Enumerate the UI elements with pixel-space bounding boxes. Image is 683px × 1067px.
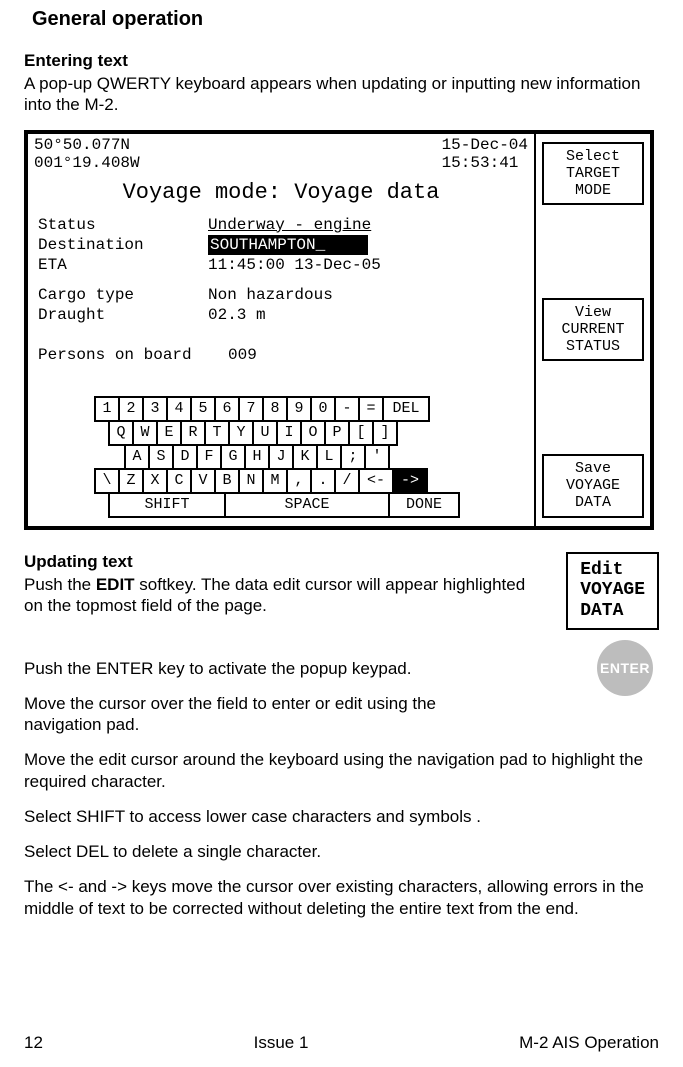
softkey-edit-voyage-data[interactable]: Edit VOYAGE DATA bbox=[566, 552, 659, 630]
key-k[interactable]: K bbox=[292, 444, 318, 470]
key-w[interactable]: W bbox=[132, 420, 158, 446]
persons-value: 009 bbox=[228, 345, 257, 365]
key-lbracket[interactable]: [ bbox=[348, 420, 374, 446]
key-5[interactable]: 5 bbox=[190, 396, 216, 422]
key-9[interactable]: 9 bbox=[286, 396, 312, 422]
eta-value: 11:45:00 13-Dec-05 bbox=[208, 255, 381, 275]
key-del[interactable]: DEL bbox=[382, 396, 430, 422]
key-0[interactable]: 0 bbox=[310, 396, 336, 422]
key-z[interactable]: Z bbox=[118, 468, 144, 494]
key-q[interactable]: Q bbox=[108, 420, 134, 446]
key-dash[interactable]: - bbox=[334, 396, 360, 422]
section2-p1: Push the EDIT softkey. The data edit cur… bbox=[24, 574, 659, 617]
key-f[interactable]: F bbox=[196, 444, 222, 470]
draught-value: 02.3 m bbox=[208, 305, 266, 325]
key-6[interactable]: 6 bbox=[214, 396, 240, 422]
key-period[interactable]: . bbox=[310, 468, 336, 494]
date: 15-Dec-04 bbox=[442, 136, 528, 154]
section2-title: Updating text bbox=[24, 552, 659, 572]
key-e[interactable]: E bbox=[156, 420, 182, 446]
draught-label: Draught bbox=[38, 305, 208, 325]
key-g[interactable]: G bbox=[220, 444, 246, 470]
section2-p5: Select SHIFT to access lower case charac… bbox=[24, 806, 659, 827]
destination-value[interactable]: SOUTHAMPTON_ bbox=[208, 235, 368, 255]
key-apostrophe[interactable]: ' bbox=[364, 444, 390, 470]
time: 15:53:41 bbox=[442, 154, 528, 172]
key-semicolon[interactable]: ; bbox=[340, 444, 366, 470]
key-comma[interactable]: , bbox=[286, 468, 312, 494]
section2-p4: Move the edit cursor around the keyboard… bbox=[24, 749, 659, 792]
key-u[interactable]: U bbox=[252, 420, 278, 446]
key-b[interactable]: B bbox=[214, 468, 240, 494]
qwerty-keyboard: 1 2 3 4 5 6 7 8 9 0 - = DEL Q W bbox=[94, 396, 466, 518]
key-4[interactable]: 4 bbox=[166, 396, 192, 422]
key-2[interactable]: 2 bbox=[118, 396, 144, 422]
key-backslash[interactable]: \ bbox=[94, 468, 120, 494]
softkey-save-voyage-data[interactable]: Save VOYAGE DATA bbox=[542, 454, 644, 518]
key-v[interactable]: V bbox=[190, 468, 216, 494]
cargo-label: Cargo type bbox=[38, 285, 208, 305]
key-i[interactable]: I bbox=[276, 420, 302, 446]
section2-p6: Select DEL to delete a single character. bbox=[24, 841, 659, 862]
softkey-view-current-status[interactable]: View CURRENT STATUS bbox=[542, 298, 644, 362]
key-m[interactable]: M bbox=[262, 468, 288, 494]
section2-p2: Push the ENTER key to activate the popup… bbox=[24, 658, 659, 679]
key-8[interactable]: 8 bbox=[262, 396, 288, 422]
status-value: Underway - engine bbox=[208, 215, 371, 235]
key-n[interactable]: N bbox=[238, 468, 264, 494]
latitude: 50°50.077N bbox=[34, 136, 442, 154]
longitude: 001°19.408W bbox=[34, 154, 442, 172]
page-footer: 12 Issue 1 M-2 AIS Operation bbox=[24, 1033, 659, 1053]
section1-body: A pop-up QWERTY keyboard appears when up… bbox=[24, 73, 659, 116]
key-rbracket[interactable]: ] bbox=[372, 420, 398, 446]
eta-label: ETA bbox=[38, 255, 208, 275]
key-x[interactable]: X bbox=[142, 468, 168, 494]
key-j[interactable]: J bbox=[268, 444, 294, 470]
key-done[interactable]: DONE bbox=[388, 492, 460, 518]
screen-title: Voyage mode: Voyage data bbox=[28, 180, 534, 205]
key-t[interactable]: T bbox=[204, 420, 230, 446]
key-right-arrow[interactable]: -> bbox=[392, 468, 428, 494]
key-r[interactable]: R bbox=[180, 420, 206, 446]
key-d[interactable]: D bbox=[172, 444, 198, 470]
key-space[interactable]: SPACE bbox=[224, 492, 390, 518]
screenshot-panel: 50°50.077N 001°19.408W 15-Dec-04 15:53:4… bbox=[24, 130, 654, 530]
key-p[interactable]: P bbox=[324, 420, 350, 446]
key-3[interactable]: 3 bbox=[142, 396, 168, 422]
key-7[interactable]: 7 bbox=[238, 396, 264, 422]
persons-label: Persons on board bbox=[38, 345, 228, 365]
key-1[interactable]: 1 bbox=[94, 396, 120, 422]
cargo-value: Non hazardous bbox=[208, 285, 333, 305]
softkey-select-target-mode[interactable]: Select TARGET MODE bbox=[542, 142, 644, 206]
section2-p3: Move the cursor over the field to enter … bbox=[24, 693, 454, 736]
footer-issue: Issue 1 bbox=[254, 1033, 309, 1053]
key-h[interactable]: H bbox=[244, 444, 270, 470]
status-label: Status bbox=[38, 215, 208, 235]
key-l[interactable]: L bbox=[316, 444, 342, 470]
section2-p7: The <- and -> keys move the cursor over … bbox=[24, 876, 659, 919]
key-equals[interactable]: = bbox=[358, 396, 384, 422]
section1-title: Entering text bbox=[24, 51, 659, 71]
key-left-arrow[interactable]: <- bbox=[358, 468, 394, 494]
enter-key-icon: ENTER bbox=[597, 640, 653, 696]
page-title: General operation bbox=[32, 8, 659, 31]
key-o[interactable]: O bbox=[300, 420, 326, 446]
key-y[interactable]: Y bbox=[228, 420, 254, 446]
destination-label: Destination bbox=[38, 235, 208, 255]
key-c[interactable]: C bbox=[166, 468, 192, 494]
key-s[interactable]: S bbox=[148, 444, 174, 470]
key-slash[interactable]: / bbox=[334, 468, 360, 494]
key-a[interactable]: A bbox=[124, 444, 150, 470]
footer-doc-title: M-2 AIS Operation bbox=[519, 1033, 659, 1053]
key-shift[interactable]: SHIFT bbox=[108, 492, 226, 518]
footer-page-number: 12 bbox=[24, 1033, 43, 1053]
